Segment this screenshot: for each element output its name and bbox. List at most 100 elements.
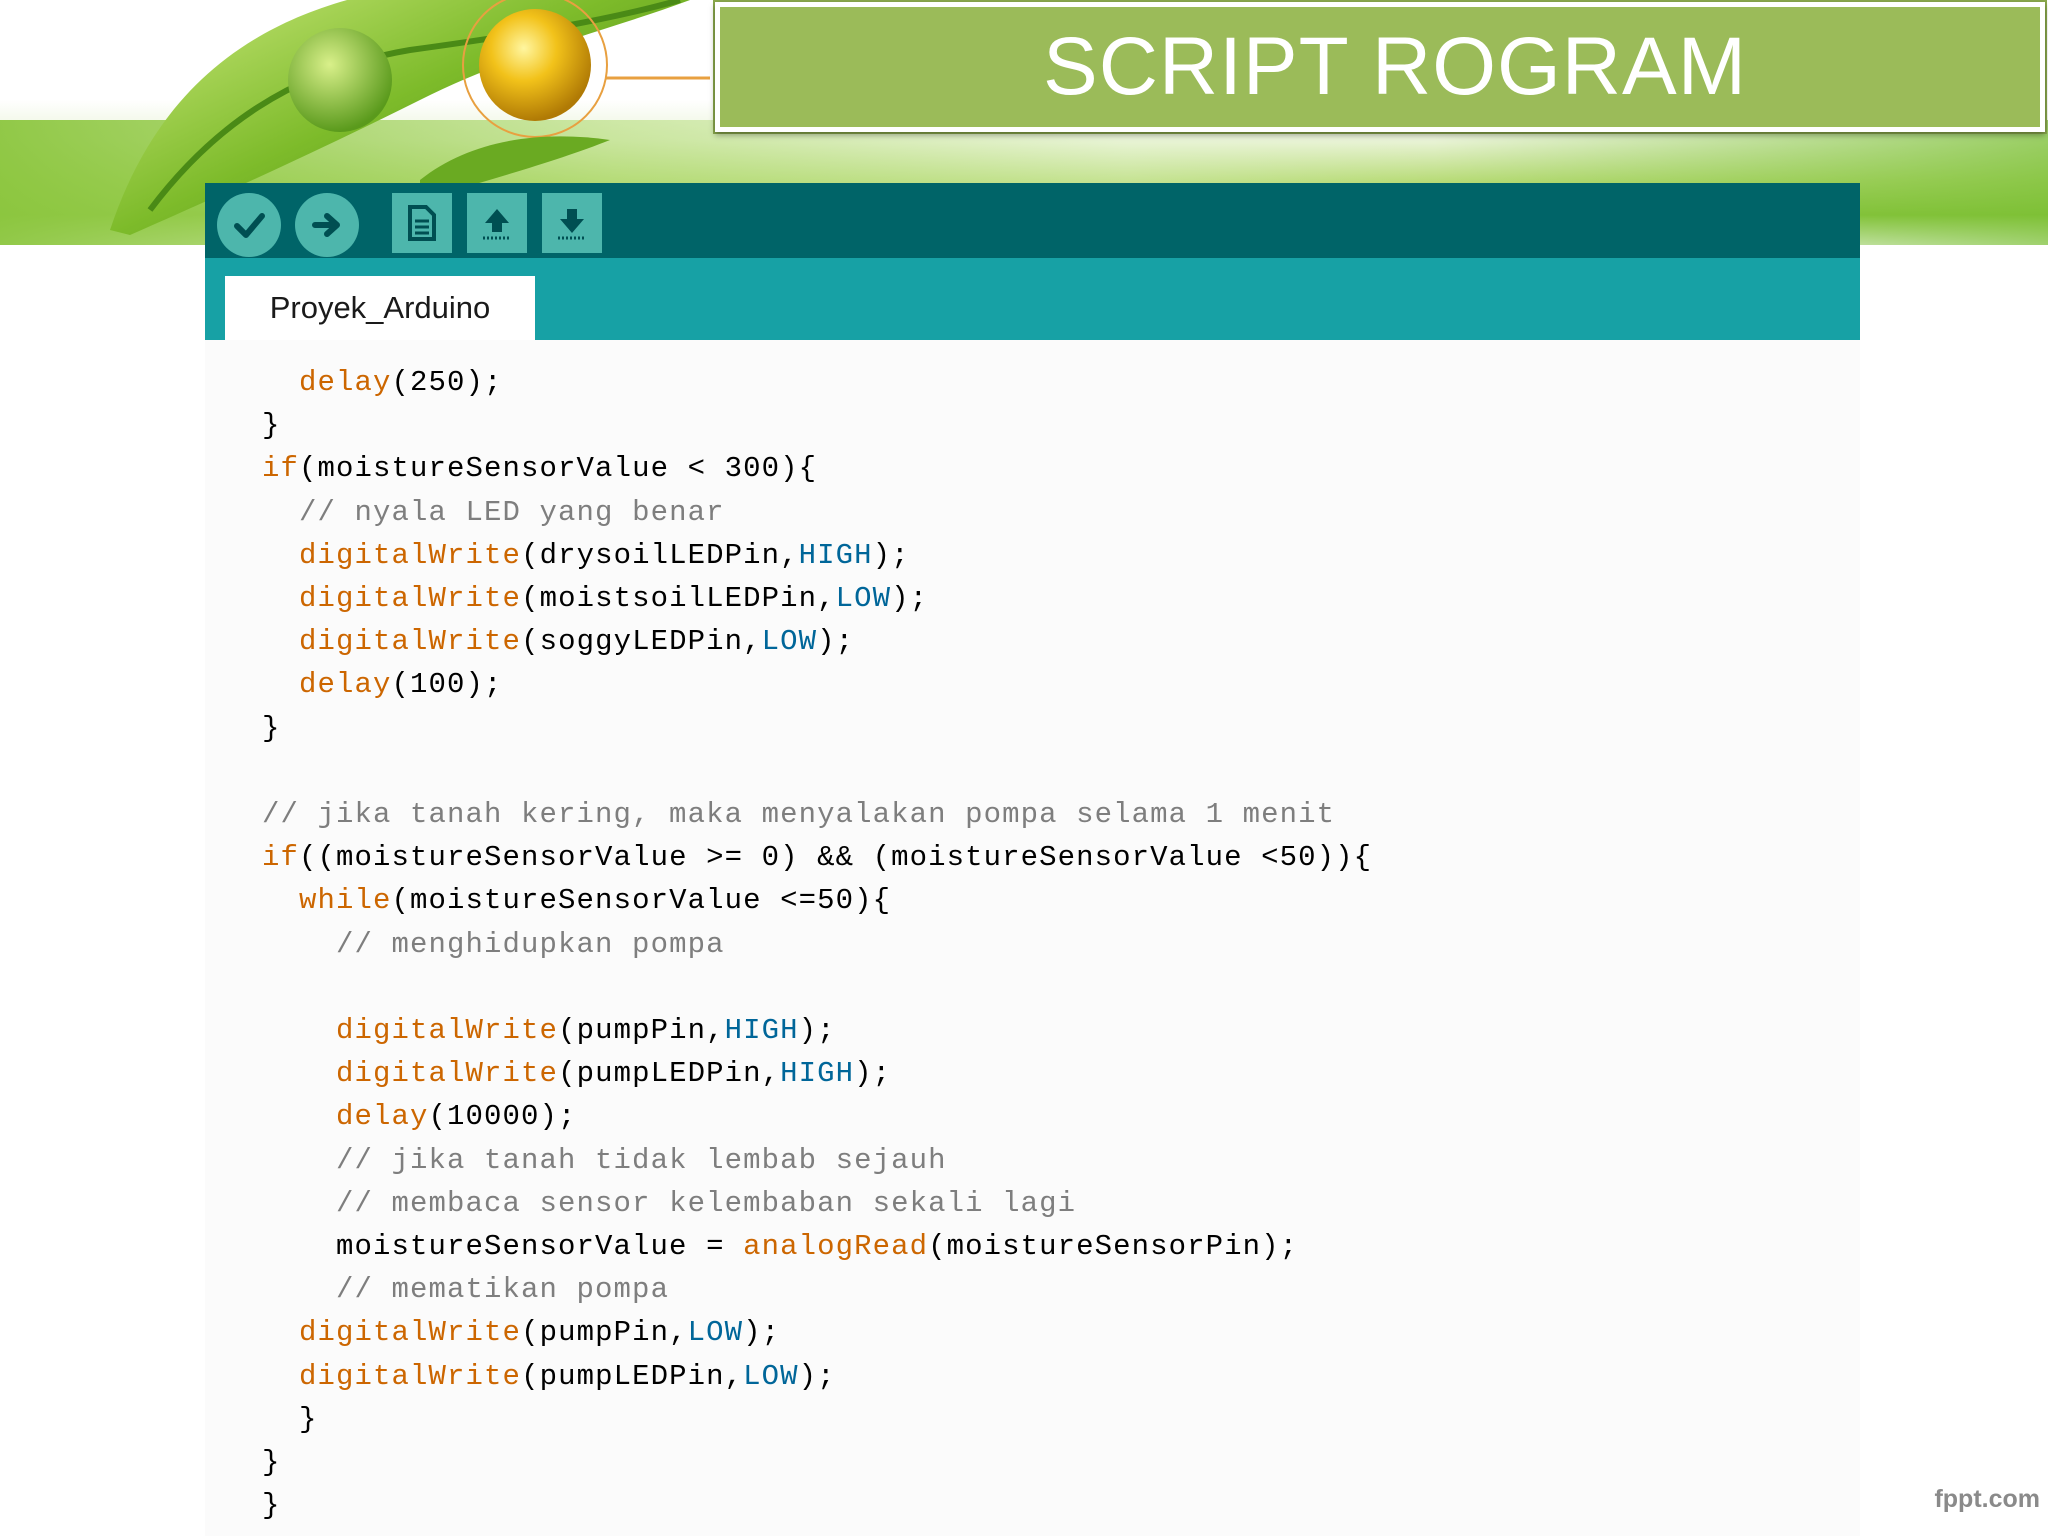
code-token: delay <box>299 668 392 702</box>
new-sketch-button[interactable] <box>392 193 452 253</box>
code-token: if <box>262 841 300 875</box>
code-line: digitalWrite(pumpLEDPin,LOW); <box>262 1357 836 1397</box>
code-text: (moistureSensorPin); <box>928 1230 1299 1263</box>
code-text: (moistureSensorValue < 300){ <box>299 452 818 486</box>
code-line: } <box>262 1400 318 1440</box>
open-sketch-button[interactable] <box>467 193 527 253</box>
code-text: moistureSensorValue = <box>262 1230 744 1263</box>
code-line: delay(10000); <box>262 1097 577 1137</box>
code-token: if <box>262 452 300 486</box>
code-text: (10000); <box>428 1100 577 1134</box>
code-text: } <box>262 1489 281 1523</box>
code-text: (pumpLEDPin, <box>558 1057 781 1091</box>
code-text: } <box>262 711 281 745</box>
code-token: delay <box>299 366 392 399</box>
code-line: delay(250); <box>262 363 503 403</box>
code-text: (100); <box>391 668 503 702</box>
code-token: HIGH <box>798 538 873 572</box>
code-line: // membaca sensor kelembaban sekali lagi <box>262 1184 1076 1224</box>
tab-proyek-arduino[interactable]: Proyek_Arduino <box>225 276 535 340</box>
ide-toolbar <box>205 183 1860 258</box>
code-text: } <box>262 409 281 443</box>
code-token: delay <box>336 1100 429 1134</box>
code-token: LOW <box>835 582 892 615</box>
code-text: (soggyLEDPin, <box>521 625 762 659</box>
code-token: HIGH <box>724 1014 799 1047</box>
code-text: (pumpPin, <box>558 1014 725 1047</box>
code-comment: // menghidupkan pompa <box>336 927 725 961</box>
code-line: delay(100); <box>262 665 503 705</box>
code-token: LOW <box>743 1359 799 1393</box>
code-line: while(moistureSensorValue <=50){ <box>262 881 891 921</box>
code-token: digitalWrite <box>299 582 522 615</box>
save-sketch-button[interactable] <box>542 193 602 253</box>
slide-title-banner: SCRIPT ROGRAM <box>715 2 2045 132</box>
code-line: if(moistureSensorValue < 300){ <box>262 449 817 489</box>
code-text: ); <box>743 1316 781 1350</box>
code-line: // mematikan pompa <box>262 1270 669 1310</box>
code-text: ); <box>798 1014 836 1047</box>
code-token: digitalWrite <box>299 538 522 572</box>
code-comment: // jika tanah kering, maka menyalakan po… <box>262 798 1336 831</box>
code-line: moistureSensorValue = analogRead(moistur… <box>262 1227 1298 1267</box>
code-text: } <box>262 1402 318 1436</box>
code-text: } <box>262 1446 281 1479</box>
code-line: // jika tanah tidak lembab sejauh <box>262 1141 947 1181</box>
code-line: // jika tanah kering, maka menyalakan po… <box>262 795 1335 835</box>
code-comment: // mematikan pompa <box>336 1273 670 1307</box>
code-editor[interactable]: delay(250);} if(moistureSensorValue < 300… <box>205 340 1860 1536</box>
code-token: digitalWrite <box>336 1014 559 1047</box>
code-token: LOW <box>761 625 818 659</box>
download-arrow-icon <box>558 209 586 240</box>
code-token: digitalWrite <box>299 1316 522 1350</box>
code-text: ); <box>891 582 929 615</box>
code-text: ); <box>872 538 910 572</box>
upload-sketch-button[interactable] <box>295 193 359 257</box>
new-file-icon <box>408 205 436 241</box>
code-text: (drysoilLEDPin, <box>521 538 799 572</box>
code-text: ((moistureSensorValue >= 0) && (moisture… <box>299 841 1373 875</box>
code-token: analogRead <box>743 1230 929 1263</box>
code-line: digitalWrite(drysoilLEDPin,HIGH); <box>262 536 910 576</box>
code-token: digitalWrite <box>299 1359 522 1393</box>
code-token: LOW <box>687 1316 744 1350</box>
arduino-ide-window: Proyek_Arduino delay(250);} if(moistureSe… <box>205 183 1860 1536</box>
watermark-text: fppt.com <box>1934 1485 2040 1513</box>
code-line: if((moistureSensorValue >= 0) && (moistu… <box>262 838 1372 878</box>
code-line: } <box>262 709 281 749</box>
code-token: while <box>299 884 392 918</box>
code-text: (250); <box>391 366 503 399</box>
code-comment: // jika tanah tidak lembab sejauh <box>336 1143 947 1177</box>
code-comment: // membaca sensor kelembaban sekali lagi <box>336 1186 1077 1220</box>
code-line: } <box>262 406 281 446</box>
code-text: ); <box>817 625 855 659</box>
upload-arrow-icon <box>483 209 511 240</box>
code-line: } <box>262 1486 281 1526</box>
code-text: ); <box>798 1359 836 1393</box>
code-line: // menghidupkan pompa <box>262 925 725 965</box>
code-text: (pumpLEDPin, <box>521 1359 744 1393</box>
arrow-right-icon <box>312 213 340 237</box>
code-token: digitalWrite <box>336 1057 559 1091</box>
code-token: HIGH <box>780 1057 855 1091</box>
verify-button[interactable] <box>217 193 281 257</box>
code-line: // nyala LED yang benar <box>262 493 725 533</box>
code-comment: // nyala LED yang benar <box>299 495 725 529</box>
code-text: (moistureSensorValue <=50){ <box>391 884 892 918</box>
code-text: ); <box>854 1057 892 1091</box>
